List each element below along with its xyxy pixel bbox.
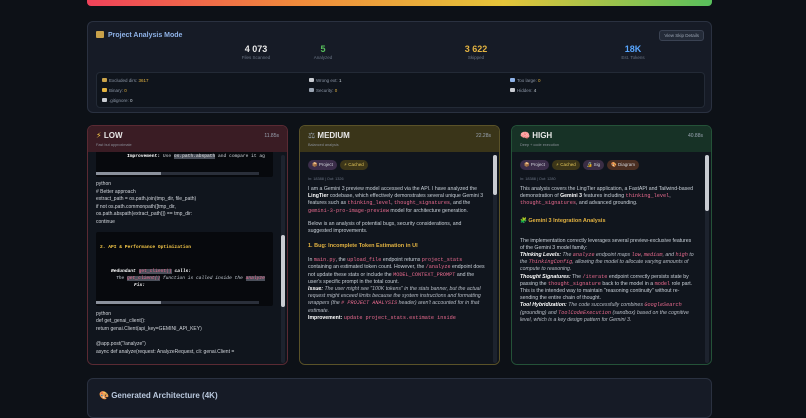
shield-icon	[309, 88, 314, 92]
architecture-title: 🎨 Generated Architecture (4K)	[99, 391, 218, 400]
eye-icon	[510, 88, 515, 92]
medium-header: ⚖ MEDIUM Balanced analysis 22.28s	[300, 126, 499, 152]
medium-bug-desc: In main.py, the upload_file endpoint ret…	[308, 257, 485, 285]
medium-time: 22.28s	[475, 133, 491, 139]
detail-hidden: Hidden: 4	[510, 88, 536, 93]
code-output-block-2: 2. API & Performance Optimization Redund…	[96, 231, 273, 306]
tag-diagram: 🎨 Diagram	[607, 160, 640, 170]
detail-excluded-dirs: Excluded dirs: 3617	[102, 78, 149, 83]
medium-tags: 📦 Project ⚡ Cached	[308, 160, 485, 170]
high-time: 40.88s	[687, 133, 703, 139]
lock-icon	[102, 88, 107, 92]
medium-issue: Issue: The user might see "100K tokens" …	[308, 286, 481, 314]
medium-subtitle: Balanced analysis	[308, 143, 339, 147]
high-summary: The implementation correctly leverages s…	[520, 237, 692, 251]
high-title: 🧠 HIGH	[520, 131, 553, 140]
package-icon	[96, 31, 104, 38]
view-skip-details-button[interactable]: View Skip Details	[659, 30, 704, 41]
detail-gitignore: .gitignore: 0	[102, 98, 133, 103]
tag-sig: 🔏 Sig	[582, 160, 605, 170]
medium-title: ⚖ MEDIUM	[308, 131, 350, 140]
stat-est-tokens: 18K Est. Tokens	[621, 44, 645, 60]
high-intro: This analysis covers the LingTier applic…	[520, 186, 694, 207]
stats-row: 4 073 Files Scanned 5 Analyzed 3 622 Skippe…	[88, 44, 711, 64]
generated-architecture-panel: 🎨 Generated Architecture (4K)	[87, 378, 712, 418]
low-scrollbar[interactable]	[281, 155, 285, 363]
low-subtitle: Fast but approximate	[96, 143, 132, 147]
stat-analyzed: 5 Analyzed	[313, 44, 333, 60]
high-result-column: 🧠 HIGH Deep + code execution 40.88s 📦 Pr…	[511, 125, 712, 365]
gradient-progress-bar	[87, 0, 712, 6]
high-bullet-thinking: Thinking Levels: The analyze endpoint ma…	[520, 252, 694, 273]
low-body[interactable]: Improvement: Use os.path.abspath and com…	[88, 152, 287, 364]
low-title: ⚡ LOW	[96, 131, 123, 140]
tag-project: 📦 Project	[308, 160, 337, 170]
detail-security: Security: 0	[309, 88, 337, 93]
high-token-meta: In: 18388 | Out: 1280	[520, 177, 556, 181]
tag-cached: ⚡ Cached	[339, 160, 368, 170]
detail-wrong-ext: Wrong ext: 1	[309, 78, 341, 83]
low-time: 11.85s	[264, 133, 279, 139]
medium-token-meta: In: 18388 | Out: 1326	[308, 177, 344, 181]
low-result-column: ⚡ LOW Fast but approximate 11.85s Improv…	[87, 125, 288, 365]
puzzle-icon: 🧩	[520, 217, 527, 224]
detail-too-large: Too large: 0	[510, 78, 541, 83]
high-body[interactable]: 📦 Project ⚡ Cached 🔏 Sig 🎨 Diagram In: 1…	[512, 152, 711, 364]
code-lines-2: python def get_genai_client(): return ge…	[96, 310, 235, 355]
file-icon	[309, 78, 314, 82]
file-icon	[102, 98, 107, 102]
medium-improvement: Improvement: update project_stats.estima…	[308, 314, 456, 321]
analysis-title: Project Analysis Mode	[96, 31, 182, 39]
high-section-heading: 🧩 Gemini 3 Integration Analysis	[520, 217, 606, 224]
project-analysis-panel: Project Analysis Mode View Skip Details …	[87, 21, 712, 113]
medium-result-column: ⚖ MEDIUM Balanced analysis 22.28s 📦 Proj…	[299, 125, 500, 365]
tag-project: 📦 Project	[520, 160, 549, 170]
medium-section-heading: 1. Bug: Incomplete Token Estimation in U…	[308, 243, 418, 250]
high-scrollbar[interactable]	[705, 155, 709, 363]
stat-skipped: 3 622 Skipped	[464, 44, 488, 60]
chart-icon	[510, 78, 515, 82]
code-output-block: Improvement: Use os.path.abspath and com…	[96, 152, 273, 177]
high-header: 🧠 HIGH Deep + code execution 40.88s	[512, 126, 711, 152]
scale-icon: ⚖	[308, 131, 316, 140]
palette-icon: 🎨	[99, 391, 109, 400]
high-subtitle: Deep + code execution	[520, 143, 559, 147]
medium-body[interactable]: 📦 Project ⚡ Cached In: 18388 | Out: 1326…	[300, 152, 499, 364]
tag-cached: ⚡ Cached	[551, 160, 580, 170]
skip-details-box: Excluded dirs: 3617 Wrong ext: 1 Too lar…	[96, 72, 705, 108]
medium-scrollbar[interactable]	[493, 155, 497, 363]
brain-icon: 🧠	[520, 131, 530, 140]
high-bullet-signatures: Thought Signatures: The /iterate endpoin…	[520, 273, 693, 302]
folder-icon	[102, 78, 107, 82]
code-lines-1: python # Better approach extract_path = …	[96, 181, 197, 225]
medium-summary: Below is an analysis of potential bugs, …	[308, 220, 462, 235]
high-tags: 📦 Project ⚡ Cached 🔏 Sig 🎨 Diagram	[520, 160, 697, 170]
lightning-icon: ⚡	[96, 131, 102, 140]
low-header: ⚡ LOW Fast but approximate 11.85s	[88, 126, 287, 152]
medium-intro: I am a Gemini 3 preview model accessed v…	[308, 186, 484, 214]
detail-binary: Binary: 0	[102, 88, 127, 93]
high-bullet-tools: Tool Hybridization: The code successfull…	[520, 302, 689, 323]
